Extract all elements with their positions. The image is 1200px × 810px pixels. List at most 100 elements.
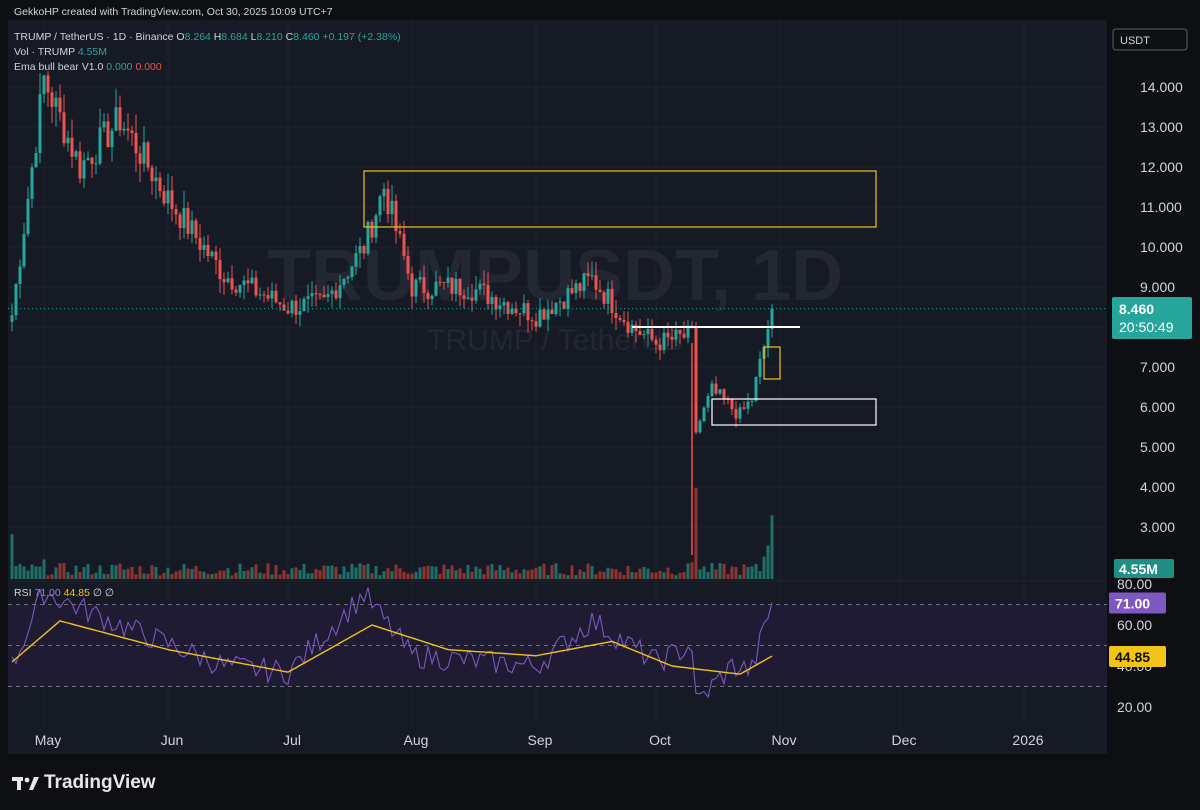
candle-body: [430, 295, 434, 299]
volume-bar: [742, 564, 746, 579]
volume-bar: [670, 573, 674, 579]
candle-body: [158, 177, 162, 192]
candle-body: [138, 153, 142, 164]
candle-body: [734, 409, 738, 419]
volume-bar: [110, 564, 114, 579]
volume-bar: [654, 572, 658, 579]
volume-bar: [46, 575, 50, 579]
volume-bar: [758, 571, 762, 579]
time-axis-label: Sep: [528, 732, 553, 748]
candle-body: [422, 277, 426, 293]
candle-body: [122, 128, 126, 131]
volume-bar: [634, 572, 638, 579]
volume-bar: [258, 572, 262, 579]
volume-bar: [190, 569, 194, 579]
candle-body: [750, 400, 754, 402]
ema-legend[interactable]: Ema bull bear V1.0 0.000 0.000: [14, 61, 162, 73]
volume-bar: [378, 575, 382, 579]
volume-bar: [762, 556, 766, 579]
volume-bar: [490, 563, 494, 579]
candle-body: [178, 214, 182, 228]
rsi-legend[interactable]: RSI 71.00 44.85 ∅ ∅: [14, 587, 114, 599]
candle-body: [638, 331, 642, 336]
symbol-text[interactable]: TRUMP / TetherUS · 1D · Binance: [14, 31, 174, 43]
candle-body: [502, 302, 506, 306]
volume-bar: [414, 571, 418, 579]
candle-body: [674, 329, 678, 340]
time-axis-label: Jul: [283, 732, 301, 748]
volume-bar: [210, 574, 214, 579]
volume-bar: [366, 563, 370, 579]
volume-bar: [726, 574, 730, 579]
high-value: 8.684: [221, 31, 248, 43]
rsi-ma-value: 44.85: [63, 587, 90, 599]
candle-body: [470, 297, 474, 301]
candle-body: [98, 127, 102, 164]
candle-body: [414, 279, 418, 297]
volume-bar: [702, 566, 706, 579]
volume-bar: [454, 570, 458, 579]
volume-bar: [678, 572, 682, 579]
candle-body: [378, 196, 382, 216]
rsi-band-fill: [8, 604, 1107, 687]
price-tick-label: 3.000: [1140, 519, 1175, 535]
volume-bar: [390, 571, 394, 579]
volume-bar: [130, 566, 134, 579]
candle-body: [742, 407, 746, 409]
volume-bar: [738, 574, 742, 579]
candle-body: [58, 97, 62, 113]
volume-bar: [294, 567, 298, 579]
candle-body: [198, 237, 202, 250]
volume-bar: [194, 565, 198, 579]
volume-bar: [494, 570, 498, 579]
tradingview-logo-icon: [12, 776, 39, 790]
candle-body: [50, 92, 54, 107]
volume-bar: [74, 565, 78, 579]
watermark-name: TRUMP / TetherUS: [427, 324, 683, 357]
candle-body: [118, 107, 122, 131]
low-value: 8.210: [256, 31, 283, 43]
candle-body: [282, 304, 286, 311]
candle-body: [730, 399, 734, 410]
volume-bar: [602, 571, 606, 579]
ema-bull-value: 0.000: [106, 61, 133, 73]
volume-bar: [206, 573, 210, 579]
change-value: +0.197 (+2.38%): [322, 31, 401, 43]
candle-body: [610, 288, 614, 314]
candle-body: [642, 334, 646, 336]
rsi-badge-label: 71.00: [1115, 595, 1150, 611]
candle-body: [46, 75, 50, 93]
volume-bar: [122, 569, 126, 579]
volume-bar: [418, 567, 422, 579]
volume-bar: [174, 571, 178, 579]
volume-bar: [574, 575, 578, 579]
creator-text: GekkoHP created with TradingView.com, Oc…: [14, 6, 333, 18]
volume-bar: [134, 574, 138, 579]
volume-bar: [162, 572, 166, 579]
volume-bar: [434, 566, 438, 579]
volume-bar: [86, 563, 90, 579]
tradingview-brand-text: TradingView: [44, 772, 156, 793]
volume-bar: [598, 571, 602, 579]
candle-body: [646, 328, 650, 335]
candle-body: [590, 275, 594, 277]
volume-bar: [734, 567, 738, 579]
volume-bar: [638, 568, 642, 579]
volume-bar: [282, 570, 286, 579]
volume-bar: [458, 568, 462, 579]
candle-body: [602, 292, 606, 304]
candle-body: [182, 207, 186, 228]
candle-body: [370, 221, 374, 238]
volume-legend[interactable]: Vol · TRUMP 4.55M: [14, 46, 107, 58]
rsi-ma-badge-label: 44.85: [1115, 649, 1150, 665]
chart-canvas[interactable]: TRUMPUSDT, 1DTRUMP / TetherUS14.00013.00…: [0, 0, 1200, 810]
price-tick-label: 9.000: [1140, 279, 1175, 295]
volume-badge-label: 4.55M: [1119, 561, 1158, 577]
volume-bar: [94, 572, 98, 579]
candle-body: [526, 303, 530, 321]
tradingview-brand[interactable]: TradingView: [12, 772, 156, 794]
rsi-value: 71.00: [34, 587, 61, 599]
candle-body: [266, 295, 270, 299]
candle-body: [354, 253, 358, 267]
volume-bar: [446, 569, 450, 579]
